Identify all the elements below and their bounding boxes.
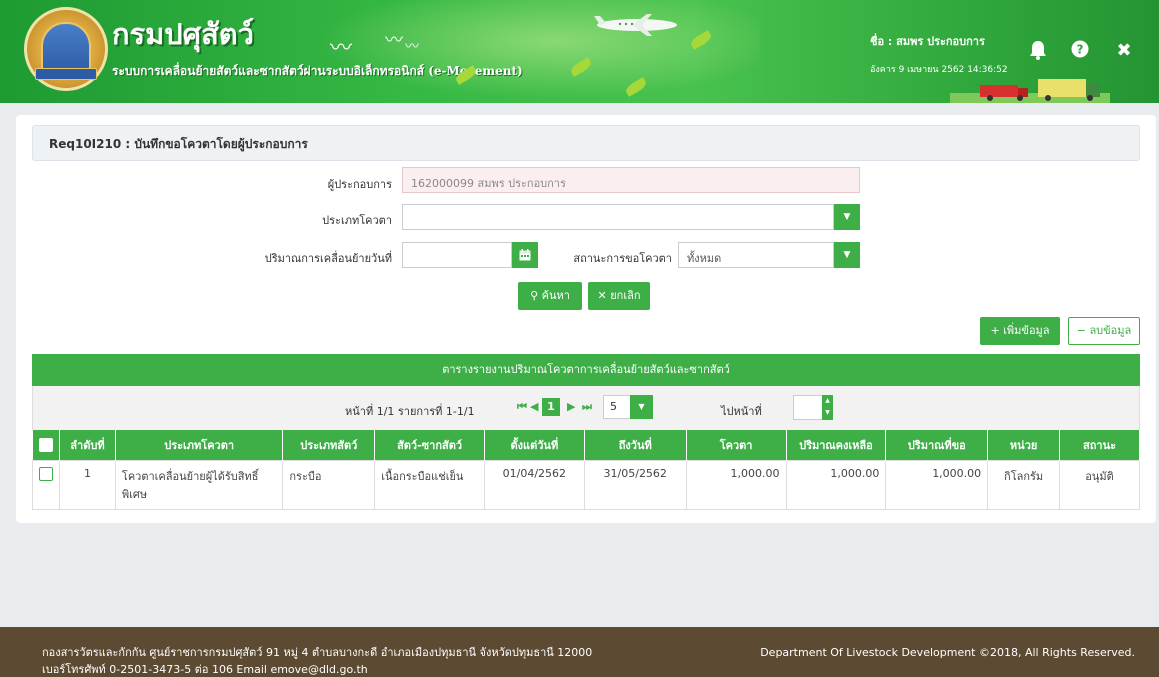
calendar-icon[interactable]: [512, 242, 538, 268]
operator-label: ผู้ประกอบการ: [327, 178, 392, 191]
bird-icon: 〰: [330, 36, 353, 61]
search-button[interactable]: ⚲ ค้นหา: [518, 282, 582, 310]
main-panel: Req10I210 : บันทึกขอโควตาโดยผู้ประกอบการ…: [16, 115, 1156, 523]
bird-icon: 〰: [385, 30, 403, 51]
spinner-icon[interactable]: ▲ ▼: [822, 395, 833, 420]
select-all-checkbox-cell[interactable]: [32, 430, 60, 460]
close-icon: ✕: [597, 289, 607, 302]
col-header: ลำดับที่: [59, 430, 116, 460]
cell-requested: 1,000.00: [885, 459, 989, 510]
current-datetime: อังคาร 9 เมษายน 2562 14:36:52: [870, 65, 1008, 75]
col-header: ปริมาณคงเหลือ: [786, 430, 887, 460]
plus-icon: +: [990, 324, 1000, 337]
current-page[interactable]: 1: [542, 398, 560, 416]
cell-quota: 1,000.00: [685, 459, 787, 510]
delete-button[interactable]: − ลบข้อมูล: [1068, 317, 1140, 345]
col-header: ถึงวันที่: [584, 430, 687, 460]
app-footer: กองสารวัตรและกักกัน ศูนย์ราชการกรมปศุสัต…: [0, 627, 1159, 677]
footer-contact: เบอร์โทรศัพท์ 0-2501-3473-5 ต่อ 106 Emai…: [42, 663, 368, 676]
chevron-down-icon[interactable]: ▼: [834, 242, 860, 268]
next-page-icon[interactable]: ▶: [567, 400, 575, 413]
status-label: สถานะการขอโควตา: [573, 252, 672, 265]
footer-copyright: Department Of Livestock Development ©201…: [760, 646, 1135, 659]
status-select[interactable]: ทั้งหมด: [678, 242, 834, 268]
chevron-down-icon[interactable]: ▼: [834, 204, 860, 230]
search-button-label: ค้นหา: [541, 289, 570, 302]
cancel-button[interactable]: ✕ ยกเลิก: [588, 282, 650, 310]
move-date-input[interactable]: [402, 242, 512, 268]
add-button[interactable]: + เพิ่มข้อมูล: [980, 317, 1060, 345]
header-sky-decoration: [300, 0, 760, 103]
cell-no: 1: [59, 459, 116, 510]
col-header: ปริมาณที่ขอ: [885, 430, 989, 460]
delete-button-label: ลบข้อมูล: [1089, 324, 1132, 337]
col-header: หน่วย: [987, 430, 1061, 460]
operator-field: 162000099 สมพร ประกอบการ: [402, 167, 860, 193]
cancel-button-label: ยกเลิก: [610, 289, 641, 302]
trucks-decoration: [950, 79, 1110, 103]
close-icon[interactable]: ✖: [1113, 40, 1135, 62]
cell-carcass: เนื้อกระบือแช่เย็น: [374, 459, 485, 510]
checkbox-icon[interactable]: [39, 466, 53, 481]
cell-remaining: 1,000.00: [785, 459, 887, 510]
cell-from-date: 01/04/2562: [483, 459, 585, 510]
minus-icon: −: [1076, 324, 1086, 337]
col-header: สัตว์-ซากสัตว์: [374, 430, 485, 460]
app-header: กรมปศุสัตว์ ระบบการเคลื่อนย้ายสัตว์และซา…: [0, 0, 1159, 103]
add-button-label: เพิ่มข้อมูล: [1003, 324, 1050, 337]
quota-type-select[interactable]: [402, 204, 834, 230]
quota-table: ลำดับที่ ประเภทโควตา ประเภทสัตว์ สัตว์-ซ…: [32, 430, 1140, 510]
help-icon[interactable]: ?: [1069, 40, 1091, 62]
table-header-row: ลำดับที่ ประเภทโควตา ประเภทสัตว์ สัตว์-ซ…: [32, 430, 1140, 460]
bell-icon[interactable]: [1027, 40, 1049, 62]
cell-unit: กิโลกรัม: [987, 459, 1061, 510]
brand-title: กรมปศุสัตว์: [112, 17, 254, 51]
cell-quota-type: โควตาเคลื่อนย้ายผู้ได้รับสิทธิ์พิเศษ: [114, 459, 284, 510]
goto-label: ไปหน้าที่: [721, 405, 762, 418]
chevron-down-icon[interactable]: ▼: [630, 395, 653, 419]
cell-status: อนุมัติ: [1059, 459, 1140, 510]
bird-icon: 〰: [405, 39, 419, 55]
page-title: Req10I210 : บันทึกขอโควตาโดยผู้ประกอบการ: [32, 125, 1140, 161]
col-header: ประเภทสัตว์: [282, 430, 376, 460]
move-date-label: ปริมาณการเคลื่อนย้ายวันที่: [264, 252, 392, 265]
pager: หน้าที่ 1/1 รายการที่ 1-1/1 ⏮ ◀ 1 ▶ ⏭ 5 …: [32, 386, 1140, 430]
quota-type-label: ประเภทโควตา: [322, 214, 392, 227]
svg-text:?: ?: [1077, 43, 1084, 57]
col-header: ประเภทโควตา: [115, 430, 284, 460]
prev-page-icon[interactable]: ◀: [530, 400, 538, 413]
cell-to-date: 31/05/2562: [583, 459, 687, 510]
user-name: ชื่อ : สมพร ประกอบการ: [870, 35, 985, 48]
col-header: ตั้งแต่วันที่: [484, 430, 585, 460]
first-page-icon[interactable]: ⏮: [517, 400, 527, 414]
pager-info: หน้าที่ 1/1 รายการที่ 1-1/1: [345, 405, 475, 418]
last-page-icon[interactable]: ⏭: [582, 400, 592, 414]
search-icon: ⚲: [530, 289, 539, 302]
col-header: สถานะ: [1059, 430, 1140, 460]
footer-address: กองสารวัตรและกักกัน ศูนย์ราชการกรมปศุสัต…: [42, 646, 593, 659]
airplane-icon: [594, 14, 677, 36]
row-checkbox-cell[interactable]: [32, 459, 60, 510]
grid-caption: ตารางรายงานปริมาณโควตาการเคลื่อนย้ายสัตว…: [32, 354, 1140, 386]
dld-logo: [24, 7, 108, 91]
table-row[interactable]: 1 โควตาเคลื่อนย้ายผู้ได้รับสิทธิ์พิเศษ ก…: [32, 459, 1140, 510]
cell-animal-type: กระบือ: [282, 459, 376, 510]
checkbox-icon[interactable]: [38, 437, 53, 452]
col-header: โควตา: [686, 430, 787, 460]
